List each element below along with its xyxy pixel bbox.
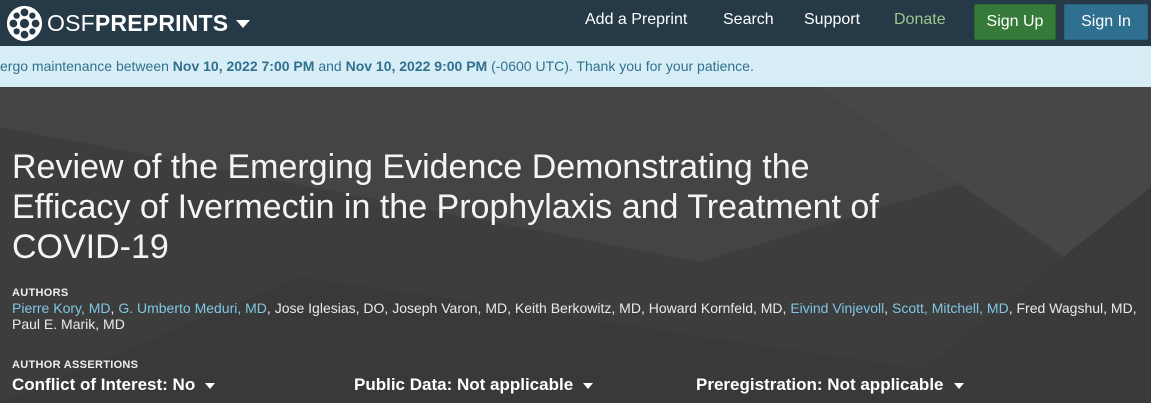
author-name[interactable]: Pierre Kory, MD [12,300,111,316]
preprint-header: Review of the Emerging Evidence Demonstr… [0,87,1151,403]
top-navbar: OSFPREPRINTS Add a Preprint Search Suppo… [0,0,1151,46]
caret-down-icon [953,383,964,389]
maintenance-suffix: (-0600 UTC). Thank you for your patience… [487,58,754,74]
brand-name: PREPRINTS [94,10,229,36]
conflict-of-interest-label: Conflict of Interest: No [12,375,196,394]
author-name: Paul E. Marik, MD [12,316,125,332]
chevron-down-icon [236,20,251,28]
brand-text: OSFPREPRINTS [47,0,228,46]
add-preprint-link[interactable]: Add a Preprint [585,0,687,40]
maintenance-start: Nov 10, 2022 7:00 PM [172,58,315,74]
author-name: Fred Wagshul, MD [1016,300,1133,316]
osf-logo-icon [6,5,43,41]
donate-link[interactable]: Donate [894,0,946,40]
public-data-dropdown[interactable]: Public Data: Not applicable [354,375,594,395]
authors-list: Pierre Kory, MD, G. Umberto Meduri, MD, … [12,300,1137,332]
preregistration-dropdown[interactable]: Preregistration: Not applicable [696,375,964,395]
search-link[interactable]: Search [723,0,774,40]
preregistration-label: Preregistration: Not applicable [696,375,944,394]
public-data-label: Public Data: Not applicable [354,375,574,394]
brand-prefix: OSF [47,10,95,36]
author-name[interactable]: Eivind Vinjevoll [790,300,884,316]
sign-in-button[interactable]: Sign In [1064,4,1148,40]
support-link[interactable]: Support [804,0,860,40]
author-name: Jose Iglesias, DO [274,300,385,316]
maintenance-prefix: ergo maintenance between [0,58,173,74]
maintenance-banner: ergo maintenance between Nov 10, 2022 7:… [0,46,1151,87]
author-assertions-label: AUTHOR ASSERTIONS [12,359,139,371]
author-name: Howard Kornfeld, MD [648,300,783,316]
maintenance-end: Nov 10, 2022 9:00 PM [345,58,488,74]
author-name: Keith Berkowitz, MD [514,300,641,316]
caret-down-icon [205,383,216,389]
author-name[interactable]: G. Umberto Meduri, MD [118,300,267,316]
authors-label: AUTHORS [12,287,69,299]
author-name[interactable]: Scott, Mitchell, MD [892,300,1009,316]
sign-up-button[interactable]: Sign Up [974,4,1056,40]
caret-down-icon [583,383,594,389]
osf-preprints-brand[interactable]: OSFPREPRINTS [0,0,251,46]
preprint-title: Review of the Emerging Evidence Demonstr… [12,148,879,266]
author-name: Joseph Varon, MD [392,300,508,316]
maintenance-middle: and [314,58,346,74]
conflict-of-interest-dropdown[interactable]: Conflict of Interest: No [12,375,216,395]
